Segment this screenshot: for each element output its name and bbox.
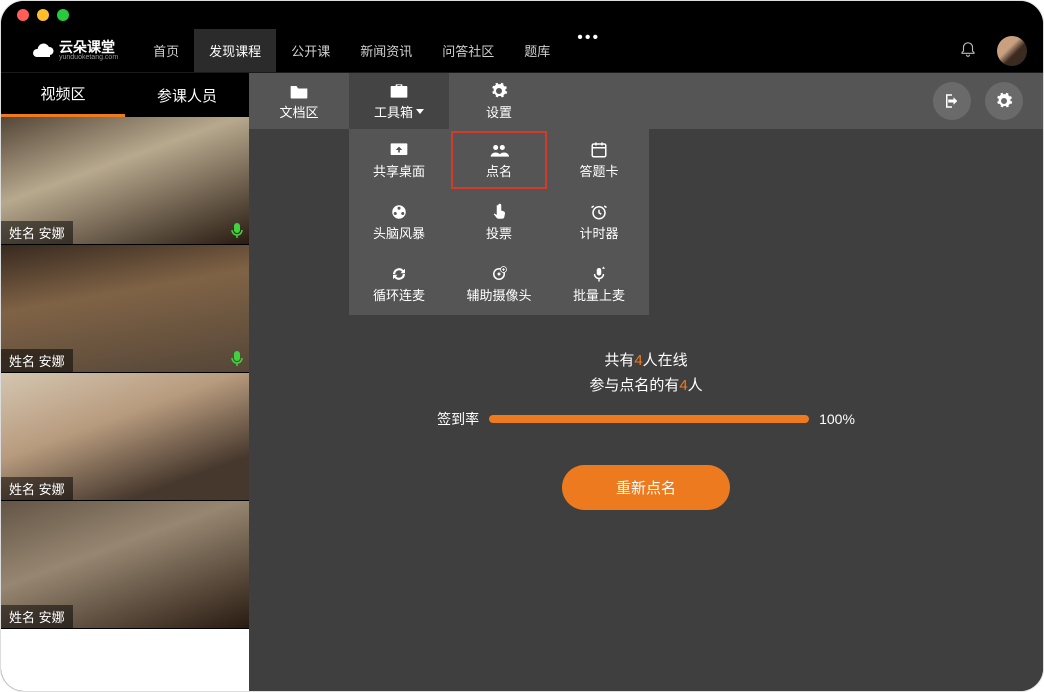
video-tile-empty xyxy=(1,629,249,691)
people-icon xyxy=(489,141,509,159)
mic-on-icon xyxy=(231,350,243,366)
signin-rate-value: 100% xyxy=(819,411,855,427)
brand-domain: yunduoketang.com xyxy=(59,54,118,61)
film-reel-icon xyxy=(389,203,409,221)
window-zoom-dot[interactable] xyxy=(57,9,69,21)
refresh-icon xyxy=(389,265,409,283)
signin-rate-row: 签到率 100% xyxy=(437,409,855,429)
folder-icon xyxy=(289,82,309,100)
nav-qa[interactable]: 问答社区 xyxy=(427,29,509,72)
touch-icon xyxy=(489,203,509,221)
tab-video[interactable]: 视频区 xyxy=(1,73,125,117)
signin-progress-bar xyxy=(489,415,809,423)
roll-call-item[interactable]: 点名 xyxy=(449,129,549,191)
window-close-dot[interactable] xyxy=(17,9,29,21)
main-area: 视频区 参课人员 姓名 安娜 姓名 安娜 姓名 安娜 xyxy=(1,73,1043,691)
timer-item[interactable]: 计时器 xyxy=(549,191,649,253)
content-area: 文档区 工具箱 设置 xyxy=(249,73,1043,691)
tab-attendees[interactable]: 参课人员 xyxy=(125,73,249,117)
sidebar-tabs: 视频区 参课人员 xyxy=(1,73,249,117)
briefcase-icon xyxy=(389,82,409,100)
nav-more[interactable]: ••• xyxy=(565,29,612,72)
brainstorm-item[interactable]: 头脑风暴 xyxy=(349,191,449,253)
app-window: 云朵课堂 yunduoketang.com 首页 发现课程 公开课 新闻资讯 问… xyxy=(0,0,1044,692)
nav-open-class[interactable]: 公开课 xyxy=(276,29,345,72)
alarm-icon xyxy=(589,203,609,221)
screen-share-icon xyxy=(389,141,409,159)
user-avatar[interactable] xyxy=(997,36,1027,66)
exit-button[interactable] xyxy=(933,82,971,120)
camera-add-icon xyxy=(489,265,509,283)
mic-on-icon xyxy=(231,222,243,238)
window-minimize-dot[interactable] xyxy=(37,9,49,21)
nav-links: 首页 发现课程 公开课 新闻资讯 问答社区 题库 ••• xyxy=(138,29,612,72)
nav-discover[interactable]: 发现课程 xyxy=(194,29,276,72)
action-toolbar: 文档区 工具箱 设置 xyxy=(249,73,1043,129)
video-tile[interactable]: 姓名 安娜 xyxy=(1,245,249,373)
cloud-icon xyxy=(31,39,55,63)
aux-camera-item[interactable]: 辅助摄像头 xyxy=(449,253,549,315)
participant-name: 姓名 安娜 xyxy=(1,605,73,628)
brand-name: 云朵课堂 xyxy=(59,40,118,54)
online-count-line: 共有4人在线 xyxy=(604,349,687,370)
exit-icon xyxy=(943,92,961,110)
vote-item[interactable]: 投票 xyxy=(449,191,549,253)
gear-icon xyxy=(489,82,509,100)
tab-documents[interactable]: 文档区 xyxy=(249,73,349,129)
tab-settings[interactable]: 设置 xyxy=(449,73,549,129)
settings-button[interactable] xyxy=(985,82,1023,120)
top-nav: 云朵课堂 yunduoketang.com 首页 发现课程 公开课 新闻资讯 问… xyxy=(1,29,1043,73)
video-tile[interactable]: 姓名 安娜 xyxy=(1,117,249,245)
calendar-icon xyxy=(589,141,609,159)
video-tile[interactable]: 姓名 安娜 xyxy=(1,373,249,501)
redo-rollcall-button[interactable]: 重新点名 xyxy=(562,465,730,510)
sidebar: 视频区 参课人员 姓名 安娜 姓名 安娜 姓名 安娜 xyxy=(1,73,249,691)
bell-icon[interactable] xyxy=(959,39,977,62)
rollcall-panel: 共有4人在线 参与点名的有4人 签到率 100% 重新点名 xyxy=(249,349,1043,510)
share-screen-item[interactable]: 共享桌面 xyxy=(349,129,449,191)
video-tile[interactable]: 姓名 安娜 xyxy=(1,501,249,629)
nav-bank[interactable]: 题库 xyxy=(509,29,565,72)
answer-card-item[interactable]: 答题卡 xyxy=(549,129,649,191)
brand-logo[interactable]: 云朵课堂 yunduoketang.com xyxy=(31,39,118,63)
nav-home[interactable]: 首页 xyxy=(138,29,194,72)
signin-rate-label: 签到率 xyxy=(437,409,479,429)
batch-mic-item[interactable]: 批量上麦 xyxy=(549,253,649,315)
loop-mic-item[interactable]: 循环连麦 xyxy=(349,253,449,315)
video-list: 姓名 安娜 姓名 安娜 姓名 安娜 姓名 安娜 xyxy=(1,117,249,691)
participant-name: 姓名 安娜 xyxy=(1,221,73,244)
window-titlebar xyxy=(1,1,1043,29)
participant-name: 姓名 安娜 xyxy=(1,349,73,372)
participant-name: 姓名 安娜 xyxy=(1,477,73,500)
participant-count-line: 参与点名的有4人 xyxy=(589,374,702,395)
mic-up-icon xyxy=(589,265,609,283)
chevron-down-icon xyxy=(416,109,424,114)
nav-news[interactable]: 新闻资讯 xyxy=(345,29,427,72)
toolbox-dropdown: 共享桌面 点名 答题卡 头脑风暴 投票 xyxy=(349,129,649,315)
tab-toolbox[interactable]: 工具箱 xyxy=(349,73,449,129)
gear-icon xyxy=(995,92,1013,110)
